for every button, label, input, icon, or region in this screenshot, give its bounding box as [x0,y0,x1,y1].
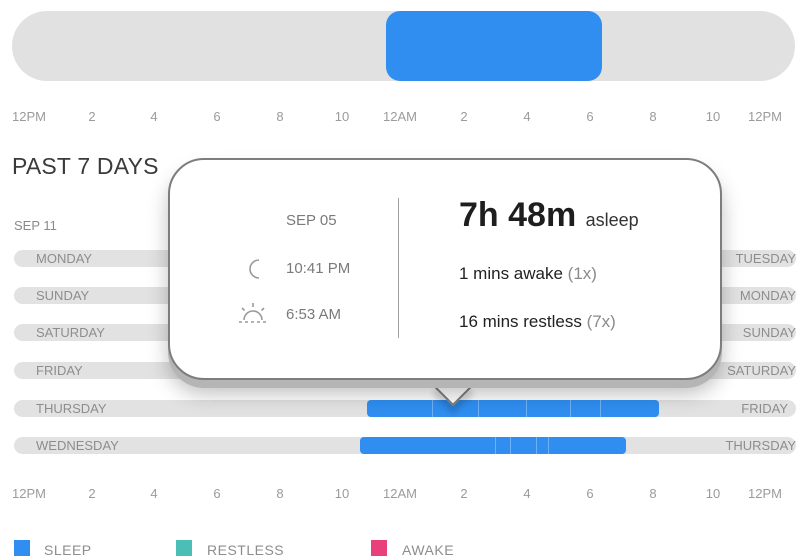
restless-marker [526,400,527,417]
axis-tick-label: 6 [586,486,594,501]
day-sleep-bar[interactable] [386,11,602,81]
legend-sleep-swatch [14,540,30,556]
week-start-date: SEP 11 [14,218,57,233]
axis-tick-label: 8 [276,486,284,501]
duration-value: 7h 48m [459,196,577,234]
duration-unit: asleep [585,210,639,230]
day-label-right: TUESDAY [735,251,796,266]
restless-count: (7x) [586,312,616,331]
axis-tick-label: 10 [705,109,721,124]
axis-tick-label: 4 [150,486,158,501]
restless-marker [570,400,571,417]
sleep-duration: 7h 48m asleep [459,196,639,235]
axis-tick-label: 8 [649,109,657,124]
day-label-right: MONDAY [739,288,796,303]
day-label-left: SUNDAY [36,288,90,303]
axis-tick-label: 10 [334,109,350,124]
day-label-left: MONDAY [36,251,93,266]
axis-tick-label: 12PM [748,109,782,124]
sleep-bar-wednesday[interactable] [360,437,626,454]
axis-tick-label: 8 [276,109,284,124]
axis-tick-label: 12PM [748,486,782,501]
moon-icon [246,258,266,280]
restless-marker [536,437,537,454]
axis-tick-label: 4 [523,486,531,501]
tooltip-arrow-cover [430,360,474,374]
axis-tick-label: 8 [649,486,657,501]
awake-stat: 1 mins awake (1x) [459,264,597,284]
top-time-axis: 12PM 2 4 6 8 10 12AM 2 4 6 8 10 12PM [0,109,796,129]
axis-tick-label: 4 [523,109,531,124]
axis-tick-label: 2 [88,486,96,501]
restless-marker [432,400,433,417]
awake-text: 1 mins awake [459,264,563,283]
axis-tick-label: 12AM [383,486,417,501]
restless-marker [600,400,601,417]
axis-tick-label: 12PM [12,486,46,501]
restless-stat: 16 mins restless (7x) [459,312,616,332]
axis-tick-label: 6 [213,109,221,124]
wake-time: 6:53 AM [286,306,342,323]
day-label-right: SUNDAY [742,325,796,340]
axis-tick-label: 12PM [12,109,46,124]
bottom-time-axis: 12PM 2 4 6 8 10 12AM 2 4 6 8 10 12PM [0,486,796,506]
axis-tick-label: 2 [460,486,468,501]
legend-restless-label: RESTLESS [207,542,285,558]
day-label-right: FRIDAY [741,401,788,416]
tooltip-date: SEP 05 [286,212,337,229]
axis-tick-label: 2 [88,109,96,124]
restless-marker [495,437,496,454]
legend-awake-label: AWAKE [402,542,455,558]
awake-count: (1x) [567,264,597,283]
axis-tick-label: 10 [705,486,721,501]
legend-restless-swatch [176,540,192,556]
sunrise-icon [235,302,271,326]
day-label-left: SATURDAY [36,325,105,340]
axis-tick-label: 2 [460,109,468,124]
axis-tick-label: 6 [213,486,221,501]
day-label-right: SATURDAY [727,363,796,378]
restless-text: 16 mins restless [459,312,582,331]
day-label-left: WEDNESDAY [36,438,119,453]
day-label-left: THURSDAY [36,401,107,416]
restless-marker [548,437,549,454]
axis-tick-label: 12AM [383,109,417,124]
legend-sleep-label: SLEEP [44,542,92,558]
legend-awake-swatch [371,540,387,556]
restless-marker [478,400,479,417]
day-label-right: THURSDAY [725,438,796,453]
day-label-left: FRIDAY [36,363,83,378]
tooltip-divider [398,198,399,338]
bedtime-time: 10:41 PM [286,260,351,277]
axis-tick-label: 4 [150,109,158,124]
restless-marker [510,437,511,454]
axis-tick-label: 6 [586,109,594,124]
sleep-bar-thursday[interactable] [367,400,659,417]
section-title: PAST 7 DAYS [12,153,159,179]
axis-tick-label: 10 [334,486,350,501]
